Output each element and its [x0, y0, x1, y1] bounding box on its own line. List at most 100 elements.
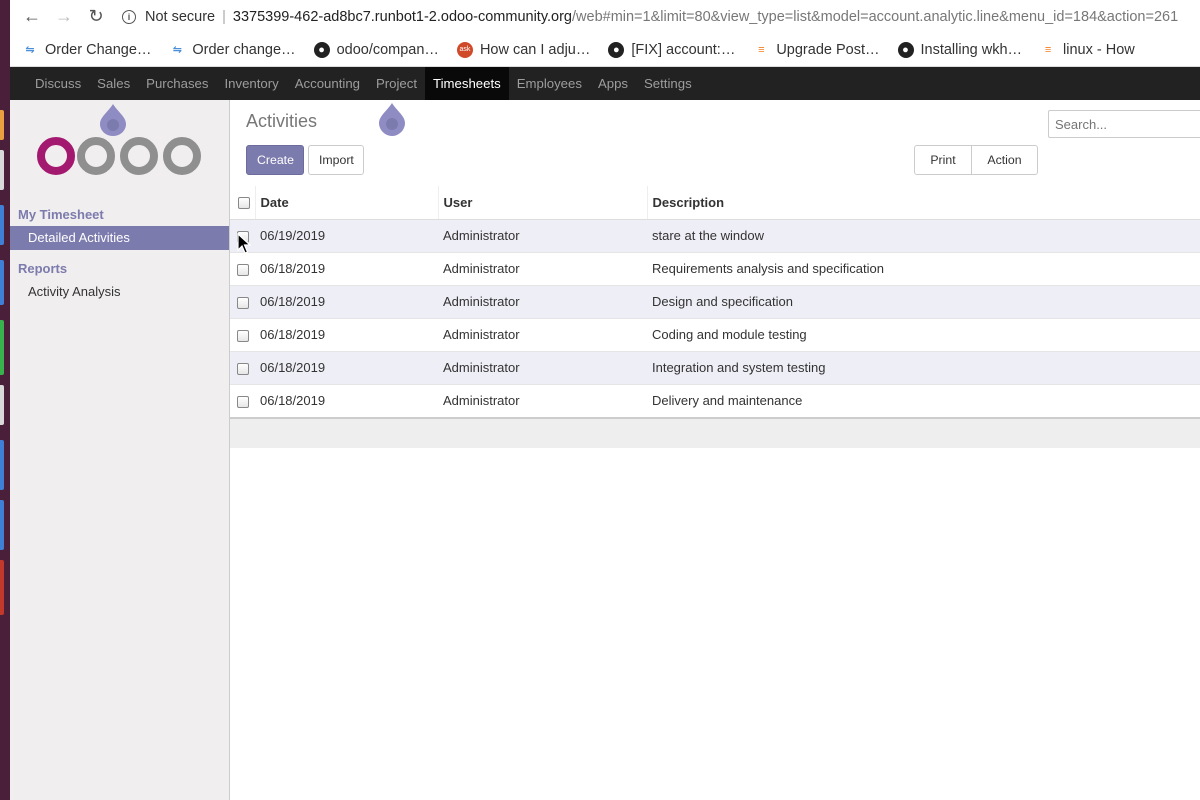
- menu-discuss[interactable]: Discuss: [27, 67, 89, 100]
- menu-sales[interactable]: Sales: [89, 67, 138, 100]
- dock-launcher[interactable]: [0, 150, 4, 190]
- desktop-dock: [0, 0, 10, 800]
- bookmark-item[interactable]: ● odoo/compan…: [313, 41, 439, 58]
- section-my-timesheet: My Timesheet: [18, 207, 104, 222]
- menu-apps[interactable]: Apps: [590, 67, 636, 100]
- table-row[interactable]: 06/18/2019 Administrator Delivery and ma…: [230, 383, 1200, 417]
- dock-launcher[interactable]: [0, 110, 4, 140]
- section-reports: Reports: [18, 261, 68, 276]
- url-path: /web#min=1&limit=80&view_type=list&model…: [572, 8, 1179, 25]
- row-checkbox[interactable]: [237, 296, 249, 309]
- row-select-cell: [230, 251, 255, 285]
- url-separator: |: [222, 8, 226, 25]
- table-row[interactable]: 06/18/2019 Administrator Requirements an…: [230, 251, 1200, 285]
- bookmark-item[interactable]: ● [FIX] account:…: [608, 41, 735, 58]
- github-icon: ●: [608, 41, 625, 58]
- forward-icon[interactable]: →: [48, 1, 80, 33]
- bookmark-item[interactable]: ≡ Upgrade Post…: [753, 42, 879, 58]
- dock-launcher[interactable]: [0, 385, 4, 425]
- bookmark-item[interactable]: ≡ linux - How: [1040, 42, 1135, 58]
- breadcrumb: Activities: [246, 111, 318, 131]
- bookmark-item[interactable]: ask How can I adju…: [456, 41, 591, 58]
- column-user[interactable]: User: [438, 186, 648, 220]
- cell-description: Delivery and maintenance: [647, 383, 1200, 417]
- print-dropdown[interactable]: Print: [914, 145, 972, 191]
- dock-launcher[interactable]: [0, 205, 4, 245]
- cell-user: Administrator: [438, 383, 647, 417]
- row-checkbox[interactable]: [237, 263, 249, 276]
- cell-description: Design and specification: [647, 284, 1200, 318]
- row-checkbox[interactable]: [237, 329, 249, 342]
- back-icon[interactable]: ←: [16, 1, 48, 33]
- dock-launcher[interactable]: [0, 560, 4, 615]
- activities-table: Date User Description 06/19/2019 Adminis…: [230, 186, 1200, 417]
- info-icon[interactable]: i: [122, 9, 136, 24]
- column-date[interactable]: Date: [255, 186, 439, 220]
- bookmark-label: odoo/compan…: [336, 41, 439, 58]
- import-button[interactable]: Import: [308, 145, 364, 175]
- cell-user: Administrator: [438, 350, 647, 384]
- sidebar-item-detailed-activities[interactable]: Detailed Activities: [10, 226, 229, 250]
- create-button[interactable]: Create: [246, 145, 304, 175]
- cell-user: Administrator: [438, 251, 647, 285]
- cell-date: 06/18/2019: [255, 284, 438, 318]
- bookmark-item[interactable]: ⇋ Order Change…: [22, 42, 151, 58]
- sap-icon: ⇋: [172, 44, 182, 56]
- askbot-icon: ask: [456, 41, 473, 58]
- dock-launcher[interactable]: [0, 440, 4, 490]
- dock-launcher[interactable]: [0, 320, 4, 375]
- menu-project[interactable]: Project: [368, 67, 425, 100]
- dock-launcher[interactable]: [0, 500, 4, 550]
- print-label: Print: [930, 153, 956, 167]
- sap-icon: ⇋: [25, 44, 35, 56]
- table-row[interactable]: 06/18/2019 Administrator Design and spec…: [230, 284, 1200, 318]
- action-dropdown[interactable]: Action: [971, 145, 1038, 191]
- row-select-cell: [230, 350, 255, 384]
- browser-toolbar: ← → ↻ i Not secure | 3375399-462-ad8bc7.…: [10, 0, 1200, 33]
- cell-user: Administrator: [438, 317, 647, 351]
- sidebar-item-activity-analysis[interactable]: Activity Analysis: [10, 280, 229, 304]
- github-icon: ●: [313, 41, 330, 58]
- menu-accounting[interactable]: Accounting: [287, 67, 368, 100]
- cell-user: Administrator: [438, 284, 647, 318]
- row-checkbox[interactable]: [237, 362, 249, 375]
- main-menu-bar: Discuss Sales Purchases Inventory Accoun…: [10, 67, 1200, 100]
- bookmark-item[interactable]: ⇋ Order change…: [169, 42, 296, 58]
- bookmarks-bar: ⇋ Order Change… ⇋ Order change… ● odoo/comp…: [10, 33, 1200, 67]
- dock-launcher[interactable]: [0, 260, 4, 305]
- bookmark-label: linux - How: [1063, 41, 1135, 58]
- odoo-logo[interactable]: [34, 102, 204, 182]
- url-host: 3375399-462-ad8bc7.runbot1-2.odoo-commun…: [232, 8, 572, 25]
- menu-timesheets[interactable]: Timesheets: [425, 67, 509, 100]
- menu-inventory[interactable]: Inventory: [216, 67, 286, 100]
- menu-purchases[interactable]: Purchases: [138, 67, 216, 100]
- cell-date: 06/18/2019: [255, 317, 438, 351]
- row-checkbox[interactable]: [237, 395, 249, 408]
- cell-description: stare at the window: [647, 218, 1200, 252]
- stackoverflow-icon: ≡: [1044, 43, 1052, 56]
- cell-date: 06/18/2019: [255, 350, 438, 384]
- mouse-cursor-icon: [237, 233, 251, 254]
- bookmark-label: Upgrade Post…: [776, 41, 880, 58]
- table-row[interactable]: 06/19/2019 Administrator stare at the wi…: [230, 218, 1200, 252]
- column-description[interactable]: Description: [647, 186, 1200, 220]
- search-input[interactable]: [1048, 110, 1200, 138]
- loading-icon: [379, 103, 405, 136]
- activities-list: Date User Description 06/19/2019 Adminis…: [230, 186, 1200, 417]
- row-select-cell: [230, 383, 255, 417]
- cell-date: 06/19/2019: [255, 218, 438, 252]
- table-footer: [230, 417, 1200, 448]
- table-row[interactable]: 06/18/2019 Administrator Coding and modu…: [230, 317, 1200, 351]
- table-row[interactable]: 06/18/2019 Administrator Integration and…: [230, 350, 1200, 384]
- reload-icon[interactable]: ↻: [80, 1, 112, 33]
- cell-description: Requirements analysis and specification: [647, 251, 1200, 285]
- bookmark-label: How can I adju…: [479, 41, 591, 58]
- select-all-cell: [230, 186, 256, 220]
- bookmark-item[interactable]: ● Installing wkh…: [897, 41, 1022, 58]
- cell-description: Integration and system testing: [647, 350, 1200, 384]
- select-all-checkbox[interactable]: [238, 197, 250, 210]
- menu-employees[interactable]: Employees: [509, 67, 590, 100]
- menu-settings[interactable]: Settings: [636, 67, 700, 100]
- security-label: Not secure: [145, 8, 216, 25]
- address-bar[interactable]: i Not secure | 3375399-462-ad8bc7.runbot…: [122, 3, 1178, 31]
